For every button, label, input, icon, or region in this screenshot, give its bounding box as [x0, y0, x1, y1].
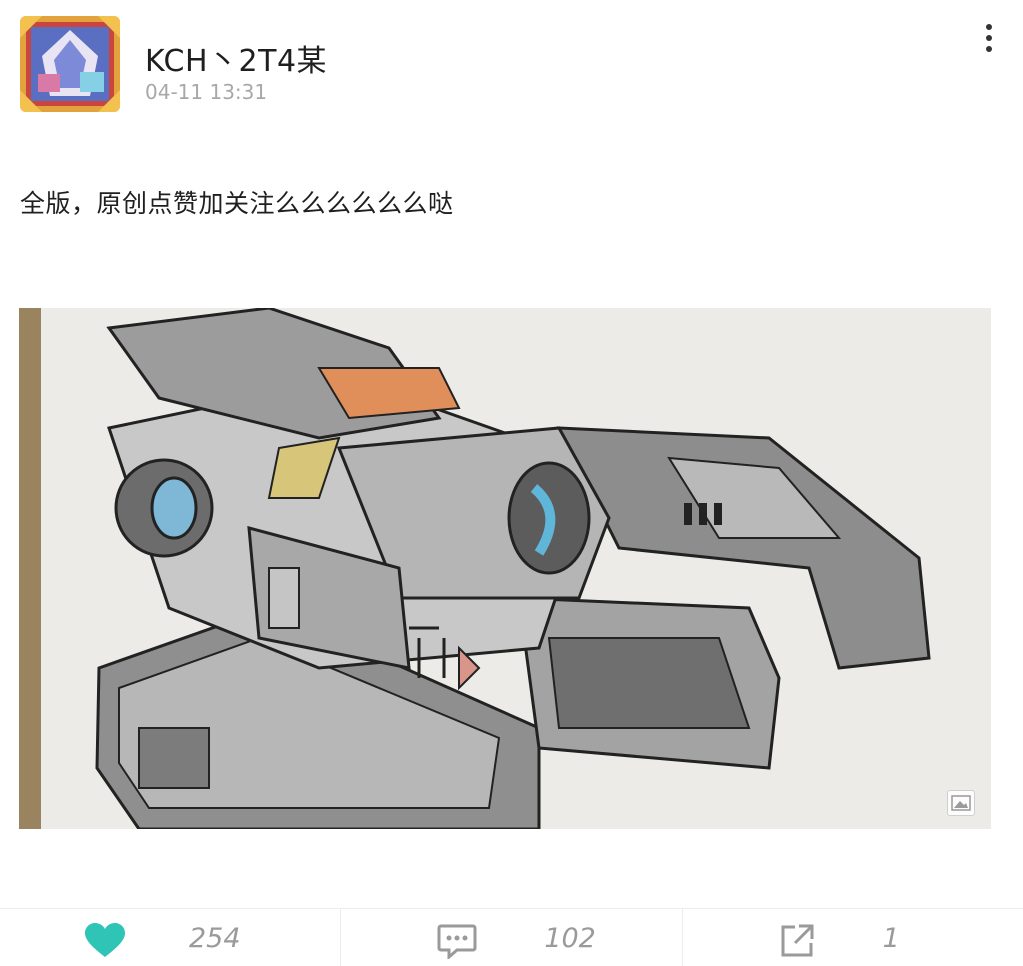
post-text: 全版，原创点赞加关注么么么么么么哒	[20, 189, 454, 218]
like-count: 254	[189, 923, 241, 954]
more-vertical-icon-dot	[986, 46, 992, 52]
heart-icon	[84, 923, 126, 963]
image-icon	[947, 790, 975, 816]
comment-button[interactable]: 102	[340, 909, 681, 966]
post-actions-bar: 254 102 1	[0, 908, 1023, 966]
avatar[interactable]	[20, 16, 120, 112]
drawing-illustration	[19, 308, 991, 829]
comment-count: 102	[544, 923, 596, 954]
comment-bubble-icon	[437, 923, 477, 963]
more-vertical-icon-dot	[986, 35, 992, 41]
author-name[interactable]: KCH丶2T4某	[145, 36, 327, 80]
like-button[interactable]: 254	[0, 909, 340, 966]
more-vertical-icon	[986, 24, 992, 30]
post-image[interactable]	[19, 308, 991, 829]
post-header: KCH丶2T4某 04-11 13:31	[0, 0, 1023, 130]
post-timestamp: 04-11 13:31	[145, 80, 268, 104]
more-options-button[interactable]	[972, 18, 1006, 58]
share-count: 1	[882, 923, 900, 954]
share-external-icon	[779, 923, 815, 963]
share-button[interactable]: 1	[681, 909, 1023, 966]
